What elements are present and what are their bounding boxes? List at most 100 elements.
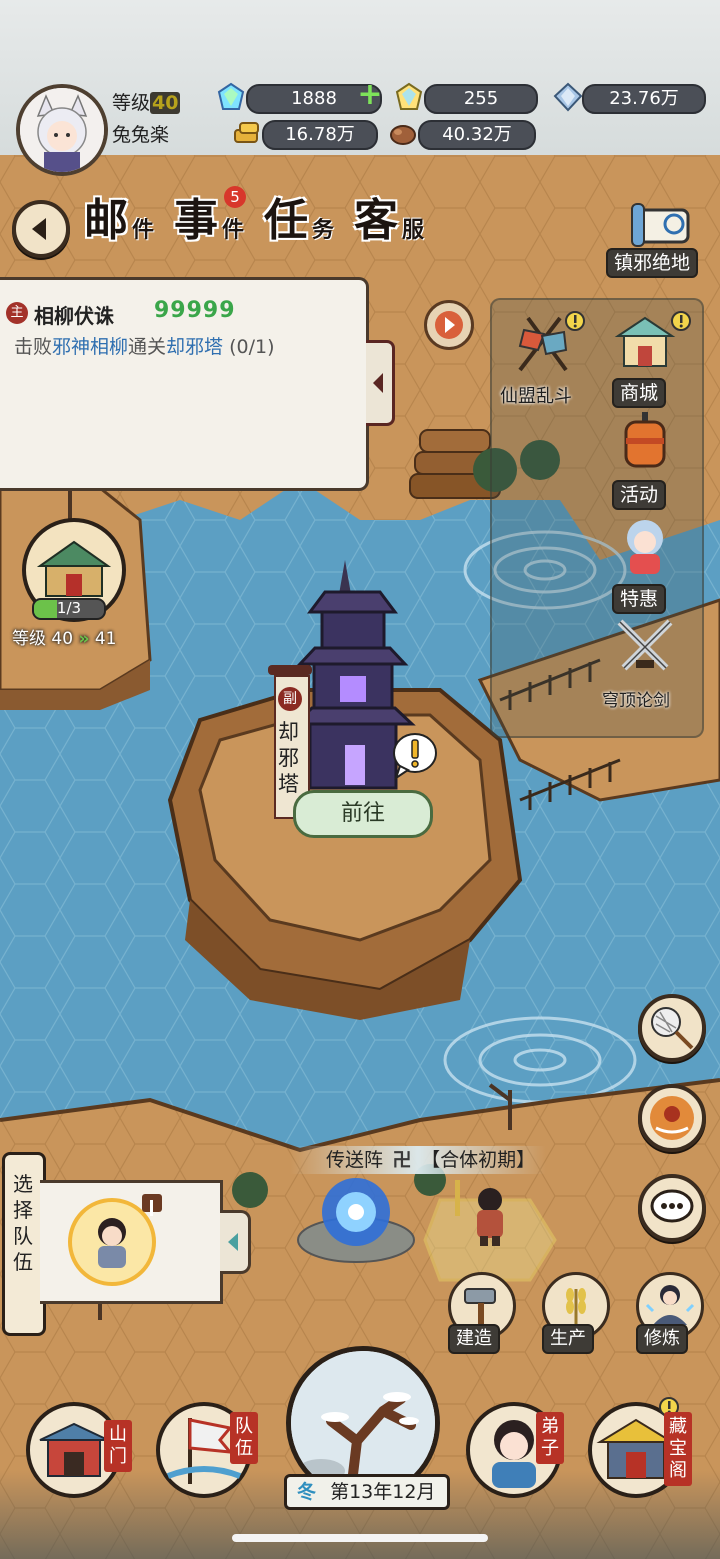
tab-event[interactable]: 事 件 5 xyxy=(170,182,260,252)
jade-icon xyxy=(217,82,245,110)
quest-desc-target1[interactable]: 邪神相柳 xyxy=(52,336,128,358)
tab-task[interactable]: 任 务 xyxy=(260,182,350,252)
nav-shanmen[interactable]: 山门 xyxy=(22,1398,140,1498)
season-calendar[interactable]: 冬 第13年12月 xyxy=(284,1346,450,1511)
game-screen: 等级 40 兔兔楽 1888 + 255 23.76万 16.78万 40.32万… xyxy=(0,0,720,1559)
portal-sign-icon: 卍 xyxy=(392,1149,412,1171)
add-jade-button[interactable]: + xyxy=(357,80,383,110)
quest-type-badge: 主 xyxy=(6,302,28,324)
shop-label: 商城 xyxy=(612,378,667,408)
special-offer-button[interactable]: 特惠 xyxy=(600,510,696,614)
quest-desc-target2[interactable]: 却邪塔 xyxy=(166,336,223,358)
crystal-icon xyxy=(395,82,423,110)
level-display: 等级 40 xyxy=(112,88,181,115)
home-indicator xyxy=(232,1534,488,1542)
lantern-icon xyxy=(624,412,666,468)
cangbaoge-label: 藏宝阁 xyxy=(664,1412,692,1486)
shop-button[interactable]: 商城 xyxy=(600,308,696,408)
offering-hand-icon xyxy=(650,1096,694,1140)
special-offer-label: 特惠 xyxy=(612,584,667,614)
cultivate-button[interactable]: 修炼 xyxy=(632,1272,704,1356)
tower-badge: 副 xyxy=(278,687,302,711)
zhenxie-button[interactable]: 镇邪绝地 xyxy=(602,200,718,280)
tab-task-main: 任 xyxy=(264,195,308,246)
build-button[interactable]: 建造 xyxy=(444,1272,516,1356)
shanmen-label: 山门 xyxy=(104,1420,132,1472)
building-level-to: 41 xyxy=(94,629,117,649)
tab-mail-sub: 件 xyxy=(132,217,155,243)
avatar-portrait-icon xyxy=(20,88,104,172)
tab-service-main: 客 xyxy=(354,195,398,246)
crossed-swords-icon xyxy=(617,619,673,671)
produce-label: 生产 xyxy=(542,1324,594,1354)
butterfly-net-icon xyxy=(651,1007,694,1050)
zhenxie-label: 镇邪绝地 xyxy=(606,248,699,278)
quest-collapse-tab[interactable] xyxy=(366,340,395,426)
quest-desc-prefix: 击败 xyxy=(14,336,53,358)
scroll-icon xyxy=(631,203,690,247)
nav-cangbaoge[interactable]: 藏宝阁 xyxy=(584,1397,714,1498)
nav-dizi[interactable]: 弟子 xyxy=(462,1398,580,1498)
chevron-left-icon xyxy=(373,373,383,393)
tab-mail[interactable]: 邮 件 xyxy=(80,182,170,252)
spirit-stone-amount: 23.76万 xyxy=(582,84,706,114)
level-label: 等级 xyxy=(112,92,151,114)
event-badge: 5 xyxy=(224,186,246,208)
gold-icon xyxy=(234,122,259,143)
quest-stars: 99999 xyxy=(154,298,236,323)
flag-marker-icon xyxy=(142,1194,162,1216)
portal-label-banner[interactable]: 传送阵 卍 【合体初期】 xyxy=(290,1146,546,1174)
season-date-bar: 冬 第13年12月 xyxy=(284,1474,450,1510)
qiongding-label: 穹顶论剑 xyxy=(602,691,670,711)
tower-name: 却邪塔 xyxy=(278,720,299,796)
player-name: 兔兔楽 xyxy=(112,124,170,146)
expand-menu-button[interactable] xyxy=(424,300,474,350)
tower-banner-top xyxy=(268,665,312,675)
portal-label: 传送阵 xyxy=(326,1149,384,1171)
quest-description: 击败邪神相柳通关却邪塔 (0/1) xyxy=(14,332,275,359)
building-level-label: 等级 xyxy=(12,629,46,649)
chevron-right-icon xyxy=(435,311,463,339)
building-level: 等级 40 » 41 xyxy=(12,624,116,649)
tab-mail-main: 邮 xyxy=(84,195,128,246)
chevron-left-icon xyxy=(32,218,46,240)
incense-button[interactable] xyxy=(638,1084,706,1152)
tab-event-sub: 件 xyxy=(222,217,245,243)
tab-event-main: 事 xyxy=(174,195,218,246)
character-girl-icon xyxy=(627,520,663,574)
portal-realm: 【合体初期】 xyxy=(421,1149,536,1171)
build-label: 建造 xyxy=(448,1324,500,1354)
tab-service-sub: 服 xyxy=(402,217,425,243)
go-button[interactable]: 前往 xyxy=(293,790,433,838)
chevron-left-icon xyxy=(228,1233,238,1251)
level-value: 40 xyxy=(150,92,181,114)
tab-task-sub: 务 xyxy=(312,217,335,243)
team-collapse-tab[interactable] xyxy=(220,1210,251,1274)
alert-icon xyxy=(671,311,691,331)
building-upgrade[interactable]: 1/3 等级 40 » 41 xyxy=(12,518,142,653)
building-level-arrow: » xyxy=(78,629,90,649)
net-button[interactable] xyxy=(638,994,706,1062)
wood-icon xyxy=(390,125,416,145)
nav-duiwu[interactable]: 队伍 xyxy=(152,1398,270,1498)
exclamation-bubble-icon[interactable] xyxy=(390,730,440,780)
dizi-label: 弟子 xyxy=(536,1412,564,1464)
alert-icon xyxy=(565,311,585,331)
avatar[interactable] xyxy=(16,84,108,176)
activity-button[interactable]: 活动 xyxy=(600,408,696,510)
quest-panel[interactable]: 主 相柳伏诛 99999 击败邪神相柳通关却邪塔 (0/1) xyxy=(0,277,369,491)
wood-amount: 40.32万 xyxy=(418,120,536,150)
tab-service[interactable]: 客 服 xyxy=(350,182,440,252)
qiongding-button[interactable]: 穹顶论剑 xyxy=(598,612,698,712)
cultivate-label: 修炼 xyxy=(636,1324,688,1354)
xianmeng-button[interactable]: 仙盟乱斗 xyxy=(494,308,590,408)
chat-button[interactable] xyxy=(638,1174,706,1242)
crystal-amount: 255 xyxy=(424,84,538,114)
quest-desc-mid: 通关 xyxy=(128,336,167,358)
collapse-left-button[interactable] xyxy=(12,200,70,258)
date-label: 第13年12月 xyxy=(330,1481,436,1503)
produce-button[interactable]: 生产 xyxy=(538,1272,610,1356)
chat-bubble-icon xyxy=(650,1189,694,1223)
quest-title: 相柳伏诛 xyxy=(34,304,114,328)
xianmeng-label: 仙盟乱斗 xyxy=(500,386,572,407)
